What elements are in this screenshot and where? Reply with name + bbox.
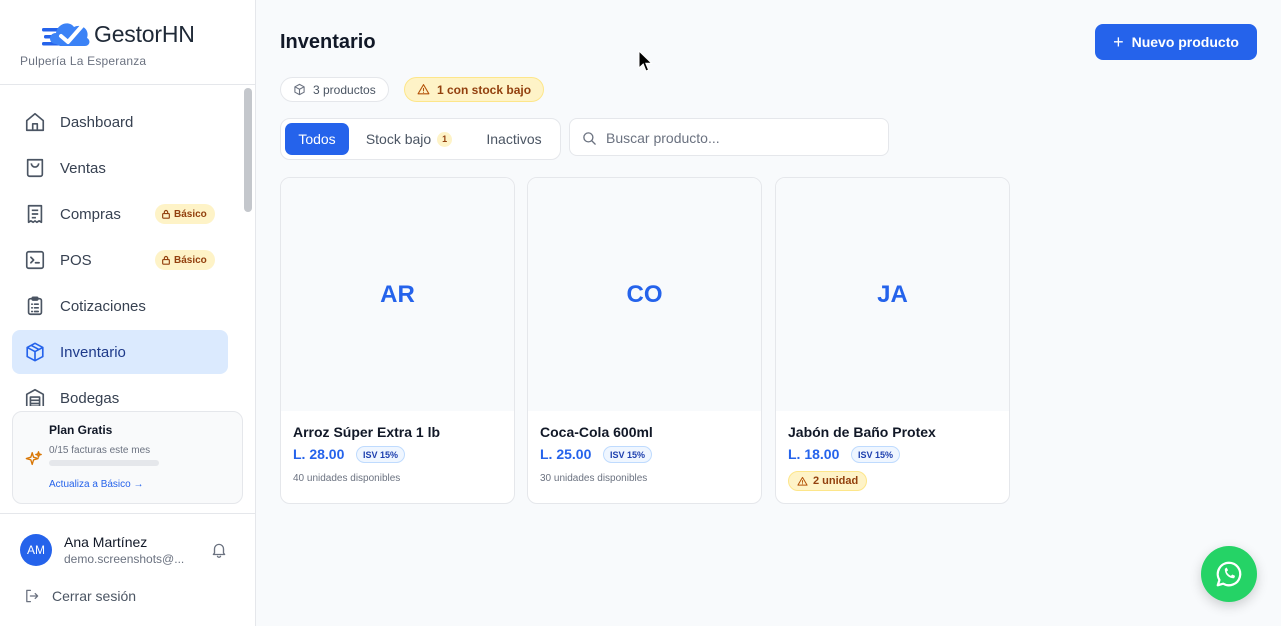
plan-usage-bar: [49, 460, 159, 466]
logout-icon: [26, 589, 39, 603]
cloud-check-logo-icon: [42, 23, 90, 46]
new-product-label: Nuevo producto: [1131, 34, 1239, 50]
page-title: Inventario: [280, 31, 376, 53]
filter-tabs: Todos Stock bajo 1 Inactivos: [280, 118, 561, 160]
sidebar-item-label: POS: [60, 252, 92, 269]
tab-todos[interactable]: Todos: [285, 123, 349, 155]
search-box: [569, 118, 889, 156]
mouse-cursor-icon: [638, 50, 653, 72]
product-name: Arroz Súper Extra 1 lb: [293, 424, 441, 440]
tab-label: Inactivos: [486, 131, 542, 147]
sidebar-item-inventario[interactable]: Inventario: [12, 330, 228, 374]
terminal-icon: [25, 250, 45, 270]
tax-badge: ISV 15%: [356, 446, 406, 463]
upgrade-link[interactable]: Actualiza a Básico →: [49, 479, 144, 490]
bell-icon[interactable]: [210, 541, 228, 559]
sidebar-item-cotizaciones[interactable]: Cotizaciones: [12, 284, 228, 328]
new-product-button[interactable]: + Nuevo producto: [1095, 24, 1257, 60]
low-stock-warning-badge: 2 unidad: [788, 471, 868, 491]
logout-button[interactable]: Cerrar sesión: [24, 587, 224, 607]
product-price: L. 28.00: [293, 446, 345, 462]
shopping-bag-icon: [26, 158, 44, 178]
user-name: Ana Martínez: [64, 534, 148, 550]
plus-icon: +: [1113, 32, 1124, 52]
sidebar-item-compras[interactable]: Compras Básico: [12, 192, 228, 236]
sidebar: GestorHN Pulpería La Esperanza Dashboard…: [0, 0, 256, 626]
product-initials: AR: [380, 280, 415, 308]
tab-stock-bajo[interactable]: Stock bajo 1: [353, 123, 465, 155]
app-name: GestorHN: [94, 21, 195, 47]
tab-inactivos[interactable]: Inactivos: [471, 123, 557, 155]
stock-text: 40 unidades disponibles: [293, 473, 401, 484]
box-icon: [26, 342, 44, 362]
whatsapp-icon: [1216, 561, 1242, 587]
plan-card: Plan Gratis 0/15 facturas este mes Actua…: [12, 411, 243, 504]
warning-icon: [797, 476, 808, 486]
sidebar-item-label: Cotizaciones: [60, 298, 146, 315]
product-initials: CO: [626, 280, 663, 308]
tax-badge: ISV 15%: [603, 446, 653, 463]
store-name: Pulpería La Esperanza: [20, 54, 147, 68]
box-icon: [294, 83, 305, 96]
product-card[interactable]: AR Arroz Súper Extra 1 lb L. 28.00 ISV 1…: [280, 177, 515, 504]
badge-label: Básico: [174, 254, 207, 266]
low-stock-label: 1 con stock bajo: [437, 82, 532, 97]
product-count-label: 3 productos: [313, 82, 376, 97]
search-icon: [583, 132, 596, 145]
sidebar-item-dashboard[interactable]: Dashboard: [12, 100, 228, 144]
plan-lock-badge: Básico: [155, 250, 215, 270]
receipt-icon: [27, 204, 43, 224]
product-count-badge: 3 productos: [280, 77, 389, 102]
product-price: L. 18.00: [788, 446, 840, 462]
product-name: Coca-Cola 600ml: [540, 424, 653, 440]
sidebar-item-label: Bodegas: [60, 390, 120, 406]
product-price: L. 25.00: [540, 446, 592, 462]
sidebar-item-label: Inventario: [60, 344, 126, 361]
clipboard-icon: [27, 296, 43, 316]
tax-badge: ISV 15%: [851, 446, 901, 463]
badge-label: Básico: [174, 208, 207, 220]
sidebar-item-bodegas[interactable]: Bodegas: [12, 376, 228, 406]
sidebar-item-label: Dashboard: [60, 114, 134, 131]
warehouse-icon: [25, 388, 45, 406]
sidebar-divider: [0, 513, 255, 514]
product-image-placeholder: JA: [776, 178, 1009, 411]
sidebar-scrollbar-thumb[interactable]: [244, 88, 252, 212]
low-stock-badge[interactable]: 1 con stock bajo: [404, 77, 545, 102]
lock-icon: [162, 209, 170, 219]
home-icon: [25, 112, 45, 132]
product-name: Jabón de Baño Protex: [788, 424, 936, 440]
brand[interactable]: GestorHN Pulpería La Esperanza: [20, 14, 240, 74]
product-initials: JA: [877, 280, 908, 308]
sidebar-item-pos[interactable]: POS Básico: [12, 238, 228, 282]
whatsapp-button[interactable]: [1201, 546, 1257, 602]
plan-usage-text: 0/15 facturas este mes: [49, 445, 151, 456]
warning-icon: [417, 84, 430, 95]
plan-lock-badge: Básico: [155, 204, 215, 224]
sidebar-item-ventas[interactable]: Ventas: [12, 146, 228, 190]
stock-text: 2 unidad: [813, 475, 859, 487]
product-card[interactable]: CO Coca-Cola 600ml L. 25.00 ISV 15% 30 u…: [527, 177, 762, 504]
search-input[interactable]: [606, 127, 876, 149]
product-image-placeholder: CO: [528, 178, 761, 411]
product-image-placeholder: AR: [281, 178, 514, 411]
avatar[interactable]: AM: [20, 534, 52, 566]
tab-count-badge: 1: [437, 131, 453, 147]
stock-text: 30 unidades disponibles: [540, 473, 648, 484]
user-email: demo.screenshots@...: [64, 552, 185, 566]
sidebar-divider: [0, 84, 255, 85]
plan-title: Plan Gratis: [49, 423, 113, 437]
sidebar-item-label: Compras: [60, 206, 121, 223]
tab-label: Todos: [298, 131, 336, 147]
lock-icon: [162, 255, 170, 265]
sparkles-icon: [25, 451, 42, 466]
logout-label: Cerrar sesión: [52, 588, 137, 604]
product-card[interactable]: JA Jabón de Baño Protex L. 18.00 ISV 15%…: [775, 177, 1010, 504]
tab-label: Stock bajo: [365, 131, 432, 147]
sidebar-nav: Dashboard Ventas Compras Básico POS Bási…: [12, 100, 228, 406]
sidebar-item-label: Ventas: [60, 160, 106, 177]
